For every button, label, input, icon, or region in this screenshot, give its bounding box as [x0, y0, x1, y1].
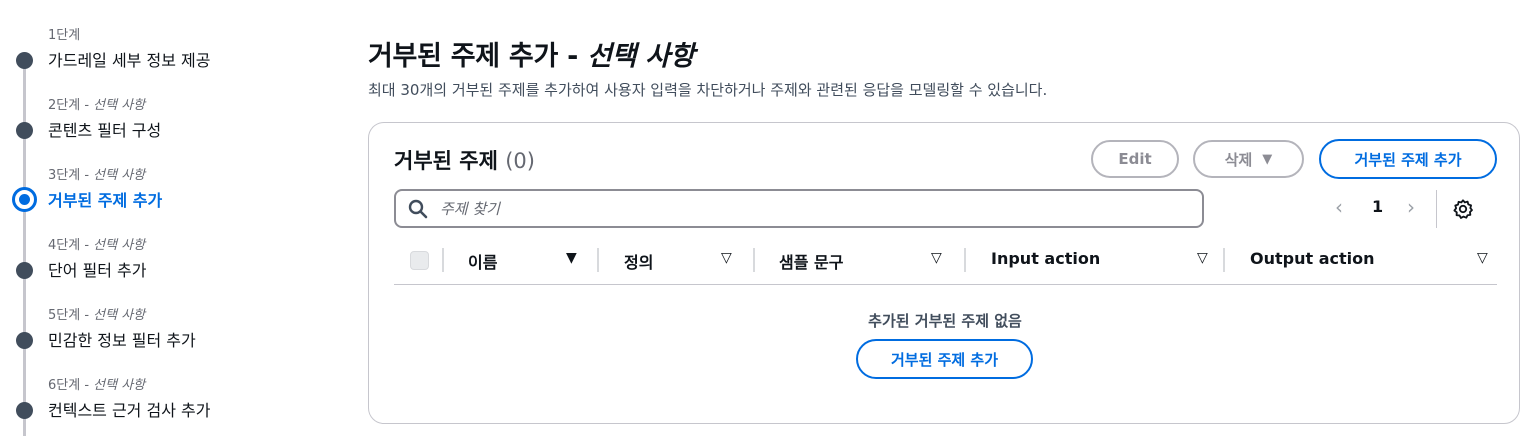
select-all-checkbox[interactable]	[410, 251, 429, 270]
step-2-number: 2단계 - 선택 사항	[48, 98, 146, 113]
step-2-indicator-icon	[16, 122, 33, 139]
caret-down-icon: ▼	[1262, 151, 1273, 167]
column-output-action-label: Output action	[1250, 249, 1375, 268]
table-title: 거부된 주제 (0)	[394, 149, 535, 173]
column-header-input-action[interactable]: Input action ▽	[991, 245, 1221, 275]
step-5-indicator-icon	[16, 332, 33, 349]
search-box	[394, 189, 1204, 228]
column-definition-label: 정의	[624, 253, 654, 272]
delete-dropdown-button[interactable]: 삭제 ▼	[1193, 140, 1304, 178]
step-4-number: 4단계 - 선택 사항	[48, 238, 146, 253]
step-5-number: 5단계 - 선택 사항	[48, 308, 146, 323]
step-1-title[interactable]: 가드레일 세부 정보 제공	[48, 47, 210, 71]
step-6[interactable]: 6단계 - 선택 사항 컨텍스트 근거 검사 추가	[0, 374, 330, 434]
column-separator	[964, 248, 966, 272]
step-1-number: 1단계	[48, 28, 81, 43]
sort-icon[interactable]: ▽	[721, 250, 732, 266]
table-count: (0)	[505, 149, 535, 173]
page-description: 최대 30개의 거부된 주제를 추가하여 사용자 입력을 차단하거나 주제와 관…	[368, 81, 1048, 99]
column-separator	[753, 248, 755, 272]
step-6-title[interactable]: 컨텍스트 근거 검사 추가	[48, 397, 210, 421]
step-6-number: 6단계 - 선택 사항	[48, 378, 146, 393]
step-4[interactable]: 4단계 - 선택 사항 단어 필터 추가	[0, 234, 330, 294]
edit-button[interactable]: Edit	[1091, 140, 1179, 178]
column-separator	[442, 248, 444, 272]
pagination-divider	[1436, 190, 1437, 228]
table-header: 이름 ▼ 정의 ▽ 샘플 문구 ▽ Input action ▽ Output …	[394, 245, 1497, 285]
column-header-name[interactable]: 이름 ▼	[468, 245, 598, 275]
search-icon	[408, 199, 428, 219]
search-input[interactable]	[440, 195, 1180, 223]
pagination-current-page[interactable]: 1	[1372, 197, 1383, 216]
step-2-title[interactable]: 콘텐츠 필터 구성	[48, 117, 161, 141]
step-3-current[interactable]: 3단계 - 선택 사항 거부된 주제 추가	[0, 164, 330, 224]
add-denied-topic-button[interactable]: 거부된 주제 추가	[1319, 139, 1497, 179]
step-6-indicator-icon	[16, 402, 33, 419]
column-input-action-label: Input action	[991, 249, 1101, 268]
step-4-indicator-icon	[16, 262, 33, 279]
step-5[interactable]: 5단계 - 선택 사항 민감한 정보 필터 추가	[0, 304, 330, 364]
step-5-title[interactable]: 민감한 정보 필터 추가	[48, 327, 196, 351]
sort-descending-icon[interactable]: ▼	[566, 250, 577, 266]
column-header-output-action[interactable]: Output action ▽	[1250, 245, 1490, 275]
sort-icon[interactable]: ▽	[1477, 250, 1488, 266]
step-2[interactable]: 2단계 - 선택 사항 콘텐츠 필터 구성	[0, 94, 330, 154]
column-header-definition[interactable]: 정의 ▽	[624, 245, 754, 275]
page-title: 거부된 주제 추가 - 선택 사항	[368, 41, 695, 72]
step-1-indicator-icon	[16, 52, 33, 69]
wizard-steps-nav: 1단계 가드레일 세부 정보 제공 2단계 - 선택 사항 콘텐츠 필터 구성 …	[0, 0, 340, 436]
step-4-title[interactable]: 단어 필터 추가	[48, 257, 147, 281]
column-separator	[1223, 248, 1225, 272]
pagination-next-icon[interactable]: ›	[1407, 195, 1415, 219]
empty-state-text: 추가된 거부된 주제 없음	[868, 312, 1022, 330]
column-name-label: 이름	[468, 253, 498, 272]
step-3-number: 3단계 - 선택 사항	[48, 168, 146, 183]
denied-topics-container: 거부된 주제 (0) Edit 삭제 ▼ 거부된 주제 추가 ‹ 1 › 이름 ▼…	[368, 122, 1520, 424]
column-separator	[597, 248, 599, 272]
sort-icon[interactable]: ▽	[1197, 250, 1208, 266]
step-1[interactable]: 1단계 가드레일 세부 정보 제공	[0, 24, 330, 84]
column-header-sample-phrases[interactable]: 샘플 문구 ▽	[779, 245, 959, 275]
step-3-current-indicator-icon	[12, 187, 37, 212]
sort-icon[interactable]: ▽	[931, 250, 942, 266]
pagination-prev-icon[interactable]: ‹	[1335, 195, 1343, 219]
step-3-title[interactable]: 거부된 주제 추가	[48, 187, 162, 211]
delete-label: 삭제	[1224, 150, 1253, 169]
column-sample-phrases-label: 샘플 문구	[779, 253, 844, 272]
empty-state-add-button[interactable]: 거부된 주제 추가	[856, 339, 1033, 379]
gear-icon[interactable]	[1452, 198, 1474, 220]
